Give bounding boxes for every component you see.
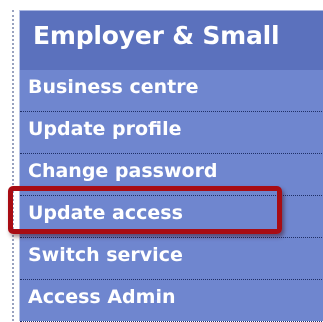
sidebar-item-change-password[interactable]: Change password (20, 154, 323, 196)
sidebar-item-label[interactable]: Access Admin (28, 286, 176, 308)
sidebar-menu: Employer & Small Business centre Update … (19, 10, 323, 322)
sidebar-item-label[interactable]: Switch service (28, 244, 183, 266)
sidebar-item-label[interactable]: Update profile (28, 118, 182, 140)
screenshot-frame: Employer & Small Business centre Update … (0, 0, 323, 322)
sidebar-header: Employer & Small (20, 10, 323, 70)
sidebar-item-update-access[interactable]: Update access (20, 196, 323, 238)
sidebar-item-update-profile[interactable]: Update profile (20, 112, 323, 154)
sidebar-item-label[interactable]: Business centre (28, 76, 199, 98)
sidebar-item-business-centre[interactable]: Business centre (20, 70, 323, 112)
sidebar-header-title: Employer & Small (33, 21, 280, 50)
sidebar-item-access-admin[interactable]: Access Admin (20, 280, 323, 322)
sidebar-item-label[interactable]: Update access (28, 202, 183, 224)
sidebar-item-switch-service[interactable]: Switch service (20, 238, 323, 280)
sidebar-item-label[interactable]: Change password (28, 160, 218, 182)
page-dotted-edge (12, 10, 14, 321)
